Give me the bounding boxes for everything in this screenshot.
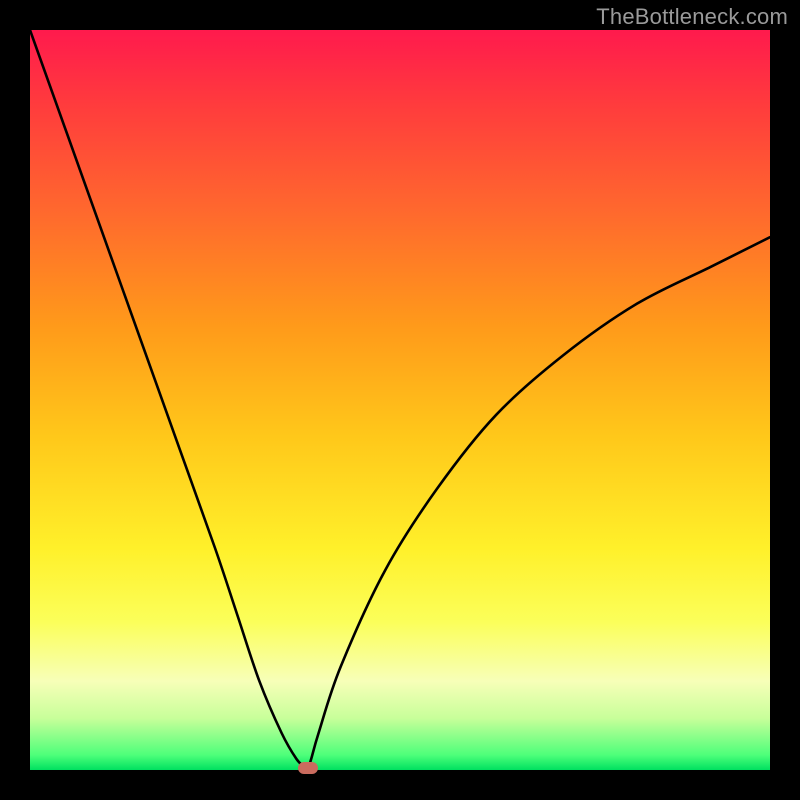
bottleneck-curve-path	[30, 30, 770, 770]
plot-area	[30, 30, 770, 770]
chart-frame: TheBottleneck.com	[0, 0, 800, 800]
watermark-text: TheBottleneck.com	[596, 4, 788, 30]
optimal-point-marker	[298, 762, 318, 774]
curve-svg	[30, 30, 770, 770]
